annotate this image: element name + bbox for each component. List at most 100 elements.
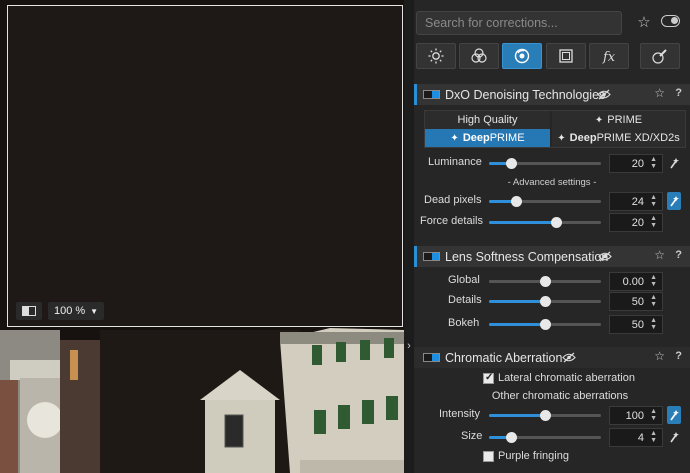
mode-high-quality[interactable]: High Quality — [425, 111, 550, 129]
size-value-field[interactable]: 4 ▲ ▼ — [609, 428, 663, 447]
tab-effects[interactable]: fx — [589, 43, 629, 69]
image-viewer[interactable]: 100 % ▼ — [0, 0, 404, 473]
slider-knob[interactable] — [506, 158, 518, 169]
force-details-row: Force details 20 ▲ ▼ — [414, 212, 690, 232]
denoise-mode-selector: High Quality ✦ PRIME ✦ Deep PRIME ✦ Deep PRIM… — [424, 110, 686, 148]
value-text: 4 — [637, 432, 644, 444]
mode-label: PRIME XD/XD2s — [596, 132, 680, 144]
slider-fill — [489, 221, 557, 224]
panel-collapse-arrow-icon[interactable]: › — [404, 336, 414, 356]
luminance-value-field[interactable]: 20 ▲ ▼ — [609, 154, 663, 173]
details-slider[interactable] — [489, 296, 601, 307]
global-value-field[interactable]: 0.00 ▲ ▼ — [609, 272, 663, 291]
dead-pixels-slider[interactable] — [489, 196, 601, 207]
slider-knob[interactable] — [540, 296, 551, 307]
magic-wand-icon — [669, 196, 679, 207]
luminance-slider[interactable] — [489, 158, 601, 169]
purple-fringing-row[interactable]: Purple fringing — [414, 449, 690, 465]
zoom-dropdown[interactable]: 100 % ▼ — [48, 302, 104, 320]
slider-fill — [489, 300, 545, 303]
eye-off-icon[interactable] — [562, 352, 576, 363]
mode-label: PRIME — [489, 132, 525, 144]
auto-wand-button[interactable] — [667, 154, 681, 172]
palette-tabs: fx — [414, 43, 690, 69]
force-details-value-field[interactable]: 20 ▲ ▼ — [609, 213, 663, 232]
checkbox-label: Purple fringing — [498, 450, 569, 462]
eye-off-icon[interactable] — [597, 89, 611, 100]
slider-knob[interactable] — [540, 410, 551, 421]
details-row: Details 50 ▲ ▼ — [414, 291, 690, 311]
section-title: Lens Softness Compensation — [445, 250, 609, 264]
value-text: 50 — [631, 319, 644, 331]
slider-fill — [489, 323, 545, 326]
slider-knob[interactable] — [510, 196, 522, 207]
section-enable-toggle[interactable] — [423, 252, 440, 261]
slider-label: Dead pixels — [424, 194, 482, 206]
help-icon[interactable]: ? — [675, 249, 682, 261]
intensity-value-field[interactable]: 100 ▲ ▼ — [609, 406, 663, 425]
section-header-chromatic[interactable]: Chromatic Aberration ☆ ? — [414, 347, 690, 368]
spinner-icon[interactable]: ▲ ▼ — [650, 294, 657, 308]
eye-off-icon[interactable] — [598, 251, 612, 262]
toggle-switch-icon[interactable] — [661, 15, 680, 27]
auto-wand-button[interactable] — [667, 428, 681, 446]
section-header-denoising[interactable]: DxO Denoising Technologies ☆ ? — [414, 84, 690, 105]
lateral-ca-checkbox[interactable] — [483, 372, 494, 384]
help-icon[interactable]: ? — [675, 350, 682, 362]
spinner-icon[interactable]: ▲ ▼ — [650, 194, 657, 208]
star-icon[interactable]: ☆ — [654, 349, 665, 363]
spinner-icon[interactable]: ▲ ▼ — [650, 274, 657, 288]
spinner-icon[interactable]: ▲ ▼ — [650, 156, 657, 170]
tab-detail[interactable] — [502, 43, 542, 69]
details-value-field[interactable]: 50 ▲ ▼ — [609, 292, 663, 311]
auto-wand-button[interactable] — [667, 192, 681, 210]
star-icon[interactable]: ☆ — [654, 248, 665, 262]
advanced-settings-label[interactable]: - Advanced settings - — [414, 177, 690, 188]
tab-local-adjustments[interactable] — [640, 43, 680, 69]
slider-knob[interactable] — [540, 276, 551, 287]
loupe-preview-window[interactable]: 100 % ▼ — [7, 5, 403, 327]
dead-pixels-value-field[interactable]: 24 ▲ ▼ — [609, 192, 663, 211]
tab-light[interactable] — [416, 43, 456, 69]
slider-knob[interactable] — [506, 432, 518, 443]
auto-wand-button[interactable] — [667, 406, 681, 424]
star-favorites-icon[interactable]: ☆ — [632, 12, 656, 34]
spinner-icon[interactable]: ▲ ▼ — [650, 430, 657, 444]
compare-button[interactable] — [16, 302, 42, 320]
spinner-icon[interactable]: ▲ ▼ — [650, 408, 657, 422]
mode-deepprime-xd[interactable]: ✦ Deep PRIME XD/XD2s — [552, 129, 685, 147]
purple-fringing-checkbox[interactable] — [483, 451, 494, 462]
sparkle-icon: ✦ — [450, 132, 459, 144]
bokeh-value-field[interactable]: 50 ▲ ▼ — [609, 315, 663, 334]
slider-knob[interactable] — [551, 217, 563, 228]
slider-label: Force details — [420, 215, 483, 227]
tab-color[interactable] — [459, 43, 499, 69]
spinner-icon[interactable]: ▲ ▼ — [650, 317, 657, 331]
bokeh-slider[interactable] — [489, 319, 601, 330]
slider-label: Global — [448, 274, 480, 286]
tab-geometry[interactable] — [546, 43, 586, 69]
lens-detail-icon — [514, 48, 530, 64]
mode-label: High Quality — [457, 114, 518, 126]
mode-label: PRIME — [607, 114, 643, 126]
section-enable-toggle[interactable] — [423, 90, 440, 99]
search-input[interactable]: Search for corrections... — [416, 11, 622, 35]
help-icon[interactable]: ? — [675, 87, 682, 99]
section-enable-toggle[interactable] — [423, 353, 440, 362]
global-slider[interactable] — [489, 276, 601, 287]
spinner-icon[interactable]: ▲ ▼ — [650, 215, 657, 229]
mode-prime[interactable]: ✦ PRIME — [552, 111, 685, 129]
mode-deepprime[interactable]: ✦ Deep PRIME — [425, 129, 550, 147]
section-header-lens-softness[interactable]: Lens Softness Compensation ☆ ? — [414, 246, 690, 267]
local-adjustments-icon — [652, 49, 667, 64]
lateral-ca-row[interactable]: Lateral chromatic aberration — [414, 371, 690, 387]
star-icon[interactable]: ☆ — [654, 86, 665, 100]
slider-knob[interactable] — [540, 319, 551, 330]
sparkle-icon: ✦ — [594, 114, 604, 126]
force-details-slider[interactable] — [489, 217, 601, 228]
loupe-toolbar: 100 % ▼ — [16, 302, 104, 320]
bokeh-row: Bokeh 50 ▲ ▼ — [414, 314, 690, 334]
corrections-panel: Search for corrections... ☆ fx DxO Denoi… — [414, 0, 690, 473]
intensity-slider[interactable] — [489, 410, 601, 421]
size-slider[interactable] — [489, 432, 601, 443]
